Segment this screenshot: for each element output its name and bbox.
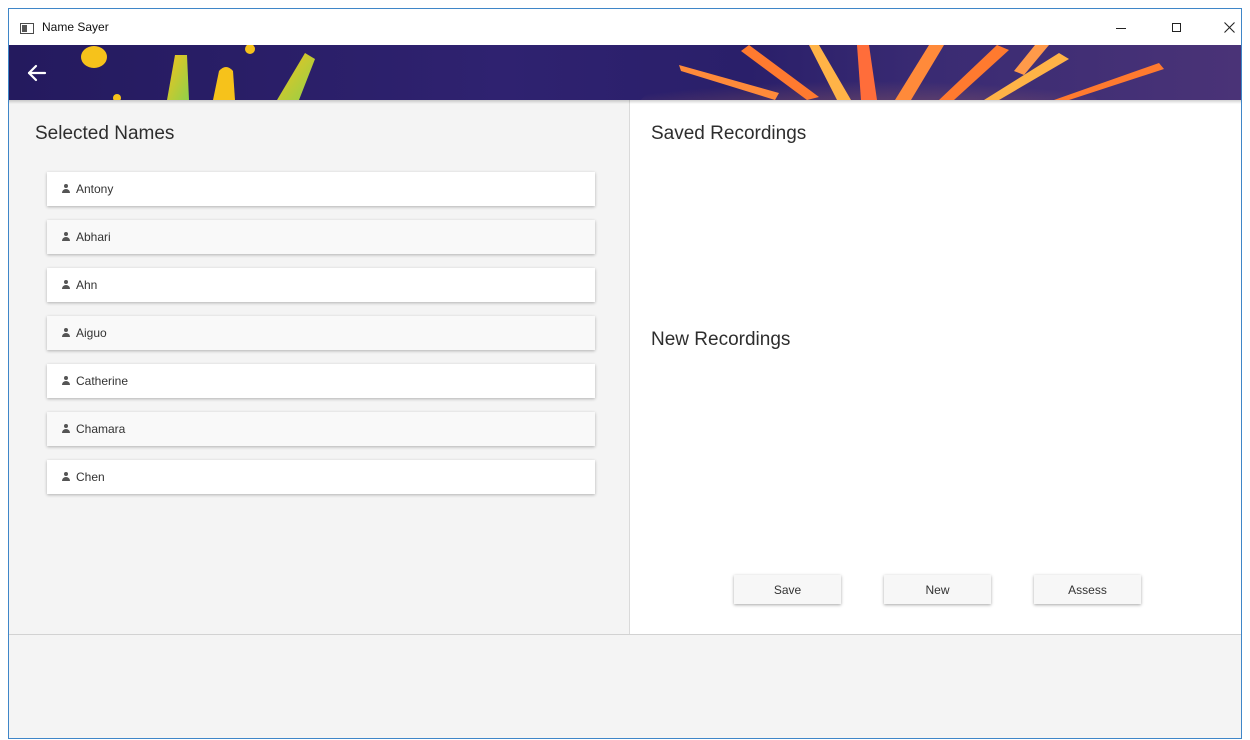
assess-button[interactable]: Assess — [1034, 575, 1141, 604]
person-icon — [61, 376, 71, 386]
name-label: Ahn — [76, 278, 98, 292]
name-label: Abhari — [76, 230, 111, 244]
banner-artwork — [81, 45, 1164, 100]
title-bar: Name Sayer — [9, 9, 1241, 45]
save-button[interactable]: Save — [734, 575, 841, 604]
maximize-icon — [1171, 22, 1181, 32]
footer-area — [9, 635, 1241, 738]
recordings-pane: Saved Recordings New Recordings Save New… — [630, 100, 1241, 634]
app-window: Name Sayer Selected Names Antony Abhari … — [8, 8, 1242, 739]
selected-names-heading: Selected Names — [35, 123, 175, 144]
list-item[interactable]: Chamara — [47, 412, 595, 446]
minimize-button[interactable] — [1099, 9, 1143, 45]
close-icon — [1223, 21, 1235, 33]
name-label: Chen — [76, 470, 105, 484]
list-item[interactable]: Abhari — [47, 220, 595, 254]
back-button[interactable] — [23, 58, 53, 88]
arrow-left-icon — [27, 64, 47, 82]
person-icon — [61, 472, 71, 482]
maximize-button[interactable] — [1154, 9, 1198, 45]
new-recording-button[interactable]: New — [884, 575, 991, 604]
name-label: Antony — [76, 182, 114, 196]
new-recordings-heading: New Recordings — [651, 329, 791, 350]
list-item[interactable]: Aiguo — [47, 316, 595, 350]
close-button[interactable] — [1207, 9, 1241, 45]
name-label: Aiguo — [76, 326, 107, 340]
person-icon — [61, 232, 71, 242]
selected-names-pane: Selected Names Antony Abhari Ahn Aiguo C… — [9, 100, 629, 634]
name-label: Chamara — [76, 422, 126, 436]
saved-recordings-heading: Saved Recordings — [651, 123, 807, 144]
header-banner — [9, 45, 1241, 100]
window-title: Name Sayer — [42, 20, 109, 34]
person-icon — [61, 280, 71, 290]
banner-shadow — [9, 100, 1241, 104]
person-icon — [61, 424, 71, 434]
person-icon — [61, 184, 71, 194]
list-item[interactable]: Ahn — [47, 268, 595, 302]
list-item[interactable]: Chen — [47, 460, 595, 494]
name-label: Catherine — [76, 374, 129, 388]
app-icon — [20, 23, 34, 34]
list-item[interactable]: Catherine — [47, 364, 595, 398]
list-item[interactable]: Antony — [47, 172, 595, 206]
minimize-icon — [1116, 27, 1126, 29]
person-icon — [61, 328, 71, 338]
